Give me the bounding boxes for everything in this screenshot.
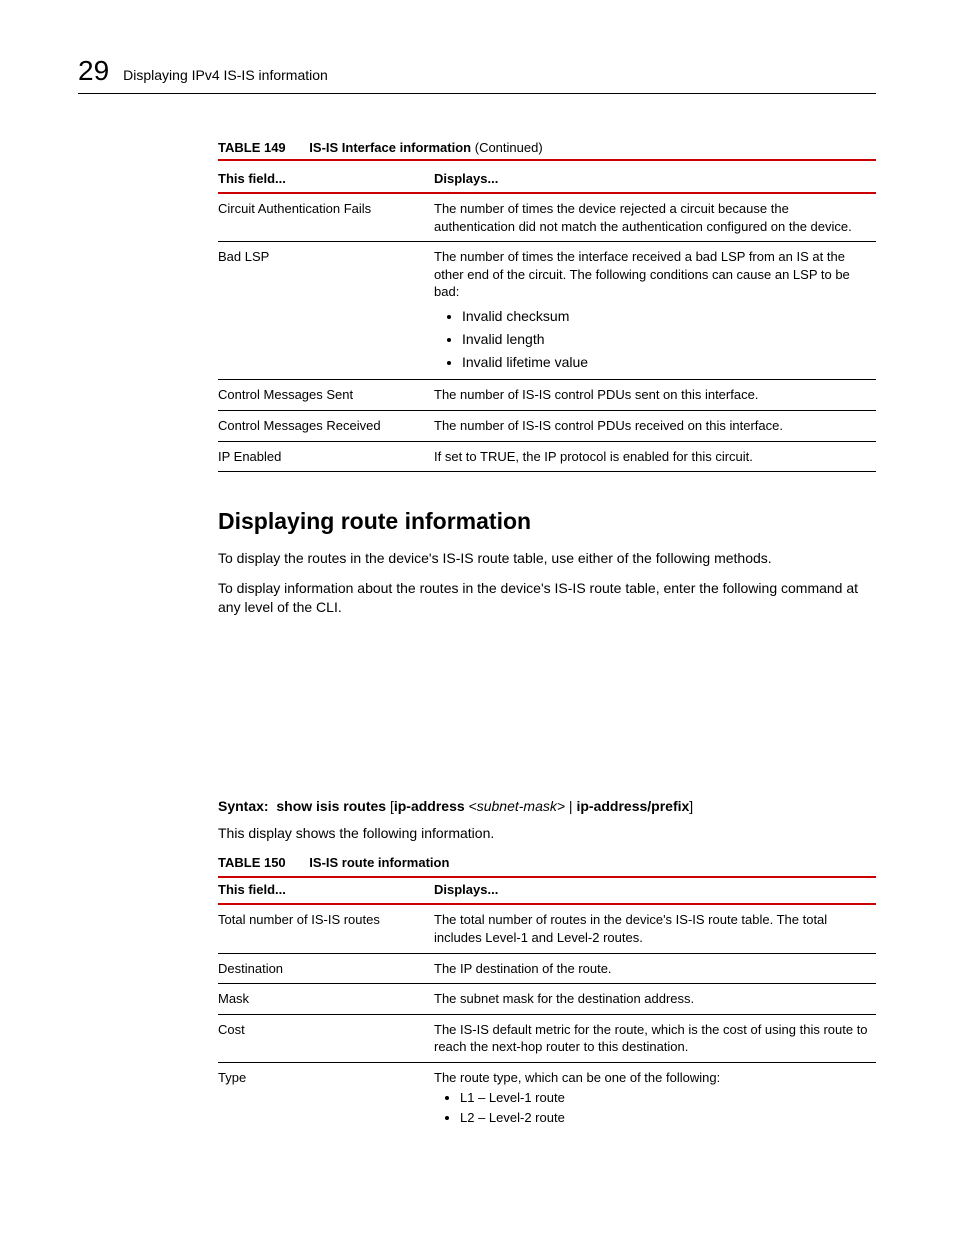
syntax-prefix: Syntax: bbox=[218, 798, 269, 814]
table-150-col1: This field... bbox=[218, 877, 434, 904]
body-paragraph: This display shows the following informa… bbox=[218, 824, 876, 844]
table-label: TABLE 150 bbox=[218, 855, 286, 870]
blank-gap bbox=[218, 628, 876, 788]
syntax-pipe: | bbox=[565, 798, 576, 814]
field-cell: Destination bbox=[218, 953, 434, 984]
bullet-list: L1 – Level-1 route L2 – Level-2 route bbox=[434, 1088, 870, 1127]
table-row: IP Enabled If set to TRUE, the IP protoc… bbox=[218, 441, 876, 472]
section-heading: Displaying route information bbox=[218, 508, 876, 535]
table-continued: (Continued) bbox=[475, 140, 543, 155]
field-cell: Type bbox=[218, 1062, 434, 1133]
display-cell: The route type, which can be one of the … bbox=[434, 1062, 876, 1133]
running-header: 29 Displaying IPv4 IS-IS information bbox=[78, 55, 876, 87]
syntax-cmd: show isis routes bbox=[272, 798, 386, 814]
display-cell: The subnet mask for the destination addr… bbox=[434, 984, 876, 1015]
table-row: Circuit Authentication Fails The number … bbox=[218, 193, 876, 242]
table-149-caption: TABLE 149 IS-IS Interface information (C… bbox=[218, 140, 876, 161]
field-cell: Mask bbox=[218, 984, 434, 1015]
display-intro: The number of times the interface receiv… bbox=[434, 249, 850, 299]
syntax-arg-ital: <subnet-mask> bbox=[469, 798, 566, 814]
field-cell: Cost bbox=[218, 1014, 434, 1062]
syntax-rbracket: ] bbox=[689, 798, 693, 814]
bullet-item: Invalid length bbox=[462, 328, 870, 351]
display-cell: The number of IS-IS control PDUs receive… bbox=[434, 410, 876, 441]
display-cell: The IP destination of the route. bbox=[434, 953, 876, 984]
page: 29 Displaying IPv4 IS-IS information TAB… bbox=[0, 0, 954, 1193]
table-row: Destination The IP destination of the ro… bbox=[218, 953, 876, 984]
field-cell: Control Messages Sent bbox=[218, 380, 434, 411]
table-title-text: IS-IS Interface information bbox=[309, 140, 471, 155]
table-150: This field... Displays... Total number o… bbox=[218, 876, 876, 1133]
syntax-arg: ip-address/prefix bbox=[576, 798, 689, 814]
chapter-number: 29 bbox=[78, 55, 109, 87]
display-cell: The number of times the interface receiv… bbox=[434, 242, 876, 380]
display-intro: The route type, which can be one of the … bbox=[434, 1070, 720, 1085]
table-149: This field... Displays... Circuit Authen… bbox=[218, 167, 876, 472]
table-row: Type The route type, which can be one of… bbox=[218, 1062, 876, 1133]
field-cell: Control Messages Received bbox=[218, 410, 434, 441]
table-row: Mask The subnet mask for the destination… bbox=[218, 984, 876, 1015]
field-cell: Total number of IS-IS routes bbox=[218, 904, 434, 953]
body-paragraph: To display the routes in the device's IS… bbox=[218, 549, 876, 569]
display-cell: If set to TRUE, the IP protocol is enabl… bbox=[434, 441, 876, 472]
bullet-item: Invalid lifetime value bbox=[462, 351, 870, 374]
syntax-line: Syntax: show isis routes [ip-address <su… bbox=[218, 798, 876, 814]
table-row: Bad LSP The number of times the interfac… bbox=[218, 242, 876, 380]
field-cell: Bad LSP bbox=[218, 242, 434, 380]
table-title: IS-IS route information bbox=[309, 855, 449, 870]
display-cell: The IS-IS default metric for the route, … bbox=[434, 1014, 876, 1062]
table-label: TABLE 149 bbox=[218, 140, 286, 155]
syntax-arg: ip-address bbox=[394, 798, 465, 814]
display-cell: The number of IS-IS control PDUs sent on… bbox=[434, 380, 876, 411]
table-149-col1: This field... bbox=[218, 167, 434, 193]
table-150-col2: Displays... bbox=[434, 877, 876, 904]
body-paragraph: To display information about the routes … bbox=[218, 579, 876, 618]
header-rule bbox=[78, 93, 876, 94]
table-row: Control Messages Received The number of … bbox=[218, 410, 876, 441]
field-cell: IP Enabled bbox=[218, 441, 434, 472]
table-150-caption: TABLE 150 IS-IS route information bbox=[218, 855, 876, 874]
display-cell: The number of times the device rejected … bbox=[434, 193, 876, 242]
running-title: Displaying IPv4 IS-IS information bbox=[123, 67, 328, 83]
content-area: TABLE 149 IS-IS Interface information (C… bbox=[218, 140, 876, 1133]
table-150-wrap: TABLE 150 IS-IS route information This f… bbox=[218, 855, 876, 1133]
field-cell: Circuit Authentication Fails bbox=[218, 193, 434, 242]
bullet-list: Invalid checksum Invalid length Invalid … bbox=[434, 305, 870, 374]
table-row: Control Messages Sent The number of IS-I… bbox=[218, 380, 876, 411]
bullet-item: Invalid checksum bbox=[462, 305, 870, 328]
table-title: IS-IS Interface information (Continued) bbox=[309, 140, 542, 155]
bullet-item: L2 – Level-2 route bbox=[460, 1108, 870, 1128]
bullet-item: L1 – Level-1 route bbox=[460, 1088, 870, 1108]
table-row: Cost The IS-IS default metric for the ro… bbox=[218, 1014, 876, 1062]
display-cell: The total number of routes in the device… bbox=[434, 904, 876, 953]
table-row: Total number of IS-IS routes The total n… bbox=[218, 904, 876, 953]
table-149-col2: Displays... bbox=[434, 167, 876, 193]
